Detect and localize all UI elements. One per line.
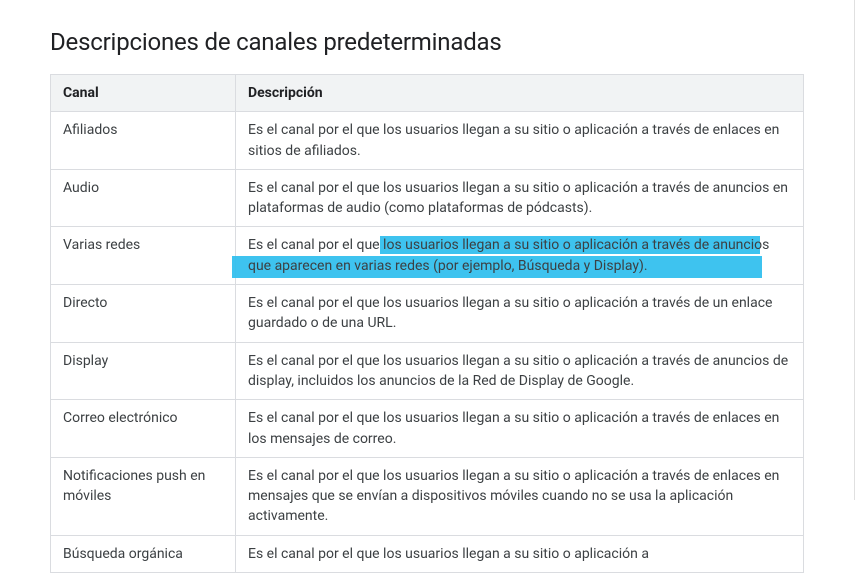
table-header-row: Canal Descripción <box>51 75 804 112</box>
cell-description: Es el canal por el que los usuarios lleg… <box>236 227 804 285</box>
cell-channel: Varias redes <box>51 227 236 285</box>
table-row: Directo Es el canal por el que los usuar… <box>51 285 804 343</box>
table-row: Afiliados Es el canal por el que los usu… <box>51 112 804 170</box>
table-row: Correo electrónico Es el canal por el qu… <box>51 400 804 458</box>
table-row: Varias redes Es el canal por el que los … <box>51 227 804 285</box>
cell-description: Es el canal por el que los usuarios lleg… <box>236 285 804 343</box>
header-description: Descripción <box>236 75 804 112</box>
cell-description: Es el canal por el que los usuarios lleg… <box>236 169 804 227</box>
cell-channel: Correo electrónico <box>51 400 236 458</box>
cell-channel: Directo <box>51 285 236 343</box>
cell-description: Es el canal por el que los usuarios lleg… <box>236 400 804 458</box>
table-row: Búsqueda orgánica Es el canal por el que… <box>51 535 804 572</box>
cell-description: Es el canal por el que los usuarios lleg… <box>236 535 804 572</box>
cell-channel: Búsqueda orgánica <box>51 535 236 572</box>
cell-channel: Afiliados <box>51 112 236 170</box>
cell-description: Es el canal por el que los usuarios lleg… <box>236 112 804 170</box>
table-row: Audio Es el canal por el que los usuario… <box>51 169 804 227</box>
channels-table: Canal Descripción Afiliados Es el canal … <box>50 74 804 573</box>
table-row: Display Es el canal por el que los usuar… <box>51 342 804 400</box>
page-title: Descripciones de canales predeterminadas <box>50 28 804 56</box>
header-channel: Canal <box>51 75 236 112</box>
cell-channel: Audio <box>51 169 236 227</box>
table-row: Notificaciones push en móviles Es el can… <box>51 457 804 535</box>
cell-channel: Display <box>51 342 236 400</box>
cell-channel-text: Varias redes <box>63 237 140 253</box>
cell-description: Es el canal por el que los usuarios lleg… <box>236 342 804 400</box>
cell-description: Es el canal por el que los usuarios lleg… <box>236 457 804 535</box>
cell-channel: Notificaciones push en móviles <box>51 457 236 535</box>
